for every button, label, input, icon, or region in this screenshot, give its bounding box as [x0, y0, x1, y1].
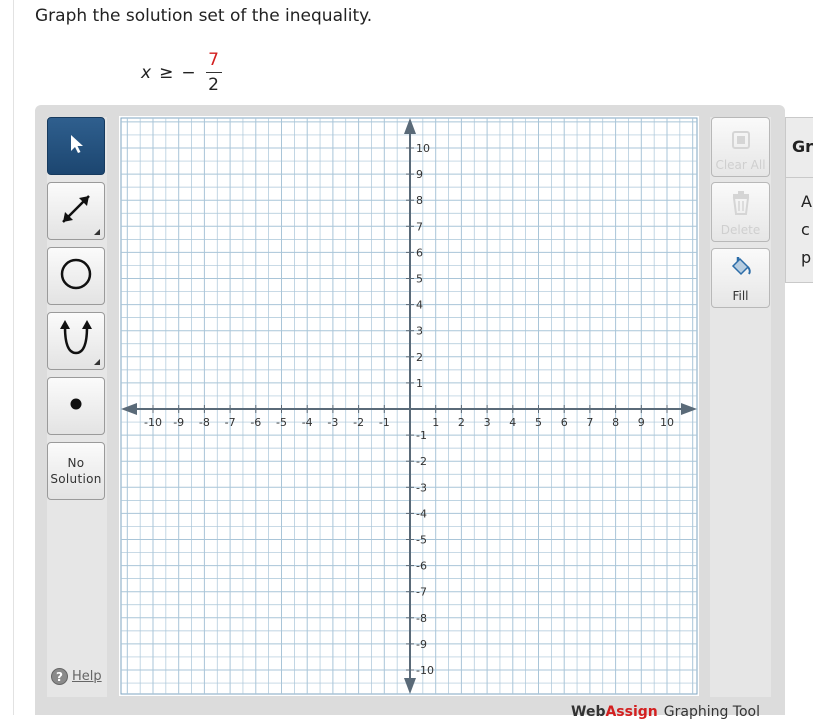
point-tool-button[interactable] [47, 377, 105, 435]
y-tick-label: -5 [416, 534, 427, 547]
inequality-variable: x [141, 62, 152, 83]
x-tick-label: -2 [353, 416, 364, 429]
submenu-indicator [94, 359, 100, 365]
point-icon [68, 396, 84, 416]
x-tick-label: -6 [250, 416, 261, 429]
fill-label: Fill [732, 289, 749, 303]
fraction-bar [205, 72, 222, 73]
x-tick-label: -7 [225, 416, 236, 429]
x-tick-label: 7 [586, 416, 593, 429]
x-tick-label: 2 [458, 416, 465, 429]
question-text: Graph the solution set of the inequality… [35, 6, 373, 26]
x-tick-label: -10 [144, 416, 162, 429]
y-tick-label: -6 [416, 560, 427, 573]
no-solution-button[interactable]: No Solution [47, 442, 105, 500]
help-icon: ? [51, 668, 68, 685]
fill-bucket-icon [729, 255, 753, 283]
x-tick-label: 1 [432, 416, 439, 429]
x-tick-label: 5 [535, 416, 542, 429]
x-tick-label: -4 [302, 416, 313, 429]
delete-button[interactable]: Delete [711, 182, 770, 242]
y-tick-label: -9 [416, 638, 427, 651]
info-panel-divider [785, 177, 813, 178]
y-tick-label: -3 [416, 481, 427, 494]
line-tool-button[interactable] [47, 182, 105, 240]
info-panel-line: c [801, 220, 810, 239]
y-tick-label: -4 [416, 507, 427, 520]
trash-icon [730, 191, 752, 219]
x-tick-label: 9 [638, 416, 645, 429]
x-tick-label: -5 [276, 416, 287, 429]
left-divider [13, 0, 14, 715]
parabola-icon [54, 317, 98, 365]
y-tick-label: 6 [416, 246, 423, 259]
x-tick-label: -9 [173, 416, 184, 429]
y-tick-label: 5 [416, 273, 423, 286]
circle-icon [56, 254, 96, 298]
x-tick-label: -3 [327, 416, 338, 429]
clear-all-label: Clear All [715, 158, 766, 172]
y-tick-label: 8 [416, 194, 423, 207]
select-tool-button[interactable] [47, 117, 105, 175]
clear-all-icon [731, 130, 751, 154]
inequality-relation: ≥ [159, 62, 174, 83]
cursor-arrow-icon [66, 133, 86, 159]
delete-label: Delete [720, 223, 761, 237]
y-tick-label: -7 [416, 586, 427, 599]
inequality-sign: − [181, 62, 196, 83]
x-tick-label: -1 [379, 416, 390, 429]
y-tick-label: 4 [416, 299, 423, 312]
x-tick-label: 6 [561, 416, 568, 429]
submenu-indicator [94, 229, 100, 235]
help-label[interactable]: Help [72, 669, 102, 684]
x-tick-label: 8 [612, 416, 619, 429]
fill-button[interactable]: Fill [711, 248, 770, 308]
parabola-tool-button[interactable] [47, 312, 105, 370]
fraction: 7 2 [205, 50, 222, 95]
fraction-numerator: 7 [208, 50, 219, 70]
x-tick-label: 10 [660, 416, 674, 429]
fraction-denominator: 2 [208, 75, 219, 95]
coordinate-grid[interactable]: -10 -9 -8 -7 -6 -5 -4 -3 -2 -1 1 2 3 4 5 6 7 8 9 10 10 9 8 7 6 5 4… [119, 116, 699, 696]
y-tick-label: 3 [416, 325, 423, 338]
x-tick-label: 3 [484, 416, 491, 429]
info-panel-heading: Gr [792, 137, 813, 156]
y-tick-label: 2 [416, 351, 423, 364]
x-tick-label: -8 [199, 416, 210, 429]
y-tick-label: 10 [416, 142, 430, 155]
info-panel-line: p [801, 248, 812, 267]
no-solution-label: No Solution [50, 456, 102, 486]
y-tick-label: -2 [416, 455, 427, 468]
info-panel-line: A [801, 192, 812, 211]
graph-area[interactable]: -10 -9 -8 -7 -6 -5 -4 -3 -2 -1 1 2 3 4 5 6 7 8 9 10 10 9 8 7 6 5 4… [119, 116, 699, 696]
help-link[interactable]: ? Help [51, 668, 102, 685]
y-tick-label: 1 [416, 377, 423, 390]
circle-tool-button[interactable] [47, 247, 105, 305]
brand-logo: WebAssign Graphing Tool [571, 704, 761, 720]
y-tick-label: -10 [416, 664, 434, 677]
y-tick-label: -8 [416, 612, 427, 625]
y-tick-label: -1 [416, 429, 427, 442]
inequality: x ≥ − 7 2 [141, 50, 222, 95]
y-tick-label: 7 [416, 220, 423, 233]
x-tick-label: 4 [509, 416, 516, 429]
clear-all-button[interactable]: Clear All [711, 117, 770, 177]
line-arrow-icon [56, 189, 96, 233]
y-tick-label: 9 [416, 168, 423, 181]
